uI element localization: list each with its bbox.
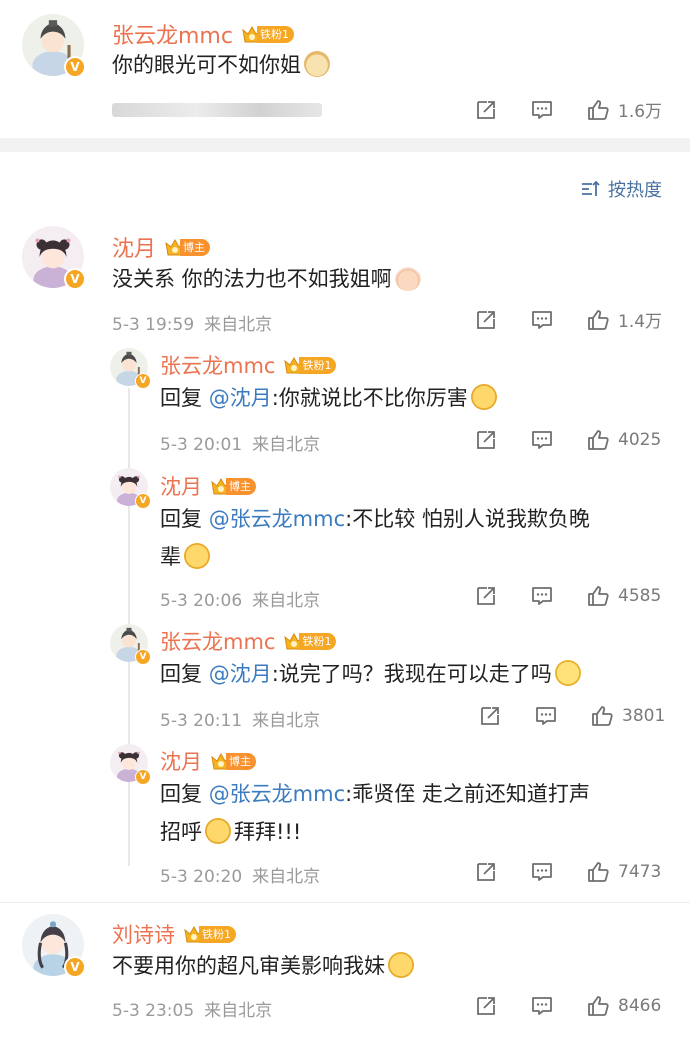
avatar[interactable]: V (110, 468, 151, 509)
comment-separator (0, 902, 690, 903)
share-icon[interactable] (474, 994, 498, 1018)
shush-emoji-icon (470, 384, 497, 410)
reply-text: 回复 @张云龙mmc:不比较 怕别人说我欺负晚 辈 (160, 507, 590, 569)
reply-actions: 4025 (474, 428, 661, 452)
verified-icon: V (64, 56, 86, 78)
host-badge: 博主 (164, 237, 211, 257)
mention-link[interactable]: @沈月 (209, 662, 272, 686)
verified-icon: V (135, 373, 151, 389)
fan-badge: 铁粉1 (283, 355, 337, 375)
verified-icon: V (135, 649, 151, 665)
thumb-up-icon[interactable] (586, 584, 610, 608)
username-text: 张云龙mmc (160, 630, 276, 654)
comment-text: 没关系 你的法力也不如我姐啊 (112, 260, 421, 298)
comment-text: 你的眼光可不如你姐 (112, 46, 330, 84)
reply-text: 回复 @沈月:你就说比不比你厉害 (160, 379, 497, 417)
like-count: 7473 (618, 862, 662, 882)
fan-badge: 铁粉1 (241, 24, 294, 44)
avatar[interactable]: V (110, 744, 151, 785)
username[interactable]: 沈月 博主 (160, 746, 256, 776)
comment-actions: 8466 (474, 994, 661, 1018)
like-count: 4025 (618, 430, 662, 450)
host-badge: 博主 (210, 751, 256, 771)
share-icon[interactable] (474, 428, 498, 452)
username-text: 沈月 (160, 750, 202, 774)
thumb-up-icon[interactable] (586, 308, 610, 332)
smile-emoji-icon (205, 818, 231, 844)
comment-icon[interactable] (530, 860, 554, 884)
share-icon[interactable] (478, 704, 502, 728)
share-icon[interactable] (474, 98, 498, 122)
sort-button[interactable]: 按热度 (580, 176, 662, 202)
username[interactable]: 张云龙mmc 铁粉1 (160, 626, 337, 656)
username[interactable]: 沈月 博主 (112, 231, 211, 263)
grin-emoji-icon (184, 543, 210, 569)
reply-actions: 7473 (474, 860, 661, 884)
username[interactable]: 沈月 博主 (160, 471, 256, 501)
fan-badge: 铁粉1 (183, 924, 236, 944)
fan-badge: 铁粉1 (283, 631, 337, 651)
mention-link[interactable]: @张云龙mmc (209, 782, 345, 806)
username-text: 刘诗诗 (112, 923, 175, 947)
blurred-meta (112, 103, 322, 117)
reply-meta: 5-3 20:11 来自北京 (160, 711, 321, 731)
thumb-up-icon[interactable] (586, 98, 610, 122)
verified-icon: V (135, 769, 151, 785)
comment-actions: 1.4万 (474, 307, 662, 332)
avatar[interactable]: V (22, 914, 86, 978)
comment-icon[interactable] (530, 308, 554, 332)
mention-link[interactable]: @张云龙mmc (209, 507, 345, 531)
comment-icon[interactable] (530, 98, 554, 122)
thumb-up-icon[interactable] (590, 704, 614, 728)
mention-link[interactable]: @沈月 (209, 386, 272, 410)
like-count: 8466 (618, 996, 662, 1016)
hand-emoji-icon (394, 265, 421, 291)
comment-meta: 5-3 23:05 来自北京 (112, 1001, 273, 1021)
reply-meta: 5-3 20:20 来自北京 (160, 867, 321, 887)
sort-icon (582, 180, 600, 196)
comment-location: 来自北京 (204, 315, 273, 335)
thumb-up-icon[interactable] (586, 994, 610, 1018)
verified-icon: V (135, 493, 151, 509)
reply-text: 回复 @沈月:说完了吗？我现在可以走了吗 (160, 655, 581, 693)
username[interactable]: 张云龙mmc 铁粉1 (160, 350, 337, 380)
reply-text: 回复 @张云龙mmc:乖贤侄 走之前还知道打声 招呼 拜拜!!! (160, 782, 590, 844)
avatar[interactable]: V (22, 226, 86, 290)
section-divider (0, 138, 690, 152)
reply-meta: 5-3 20:01 来自北京 (160, 435, 321, 455)
thumb-up-icon[interactable] (586, 428, 610, 452)
reply-meta: 5-3 20:06 来自北京 (160, 591, 321, 611)
share-icon[interactable] (474, 308, 498, 332)
like-count: 3801 (622, 706, 666, 726)
comment-icon[interactable] (534, 704, 558, 728)
comment-date: 5-3 19:59 (112, 315, 195, 335)
comment-actions: 1.6万 (474, 97, 662, 122)
comment-icon[interactable] (530, 584, 554, 608)
verified-icon: V (64, 956, 86, 978)
wink-emoji-icon (388, 952, 414, 978)
avatar[interactable]: V (110, 348, 151, 389)
doge-emoji-icon (304, 51, 330, 77)
like-count: 1.6万 (618, 102, 663, 122)
username-text: 沈月 (160, 475, 202, 499)
share-icon[interactable] (474, 860, 498, 884)
comment-icon[interactable] (530, 428, 554, 452)
thumb-up-icon[interactable] (586, 860, 610, 884)
verified-icon: V (64, 268, 86, 290)
like-count: 4585 (618, 586, 662, 606)
avatar[interactable]: V (110, 624, 151, 665)
username-text: 沈月 (112, 237, 157, 262)
reply-actions: 3801 (478, 704, 665, 728)
host-badge: 博主 (210, 476, 256, 496)
reply-actions: 4585 (474, 584, 661, 608)
comment-text: 不要用你的超凡审美影响我妹 (112, 947, 414, 985)
avatar[interactable]: V (22, 14, 86, 78)
username[interactable]: 刘诗诗 铁粉1 (112, 919, 236, 949)
username-text: 张云龙mmc (160, 354, 276, 378)
comment-meta: 5-3 19:59 来自北京 (112, 310, 282, 335)
like-count: 1.4万 (618, 312, 663, 332)
comment-icon[interactable] (530, 994, 554, 1018)
share-icon[interactable] (474, 584, 498, 608)
eyeroll-emoji-icon (554, 660, 581, 686)
